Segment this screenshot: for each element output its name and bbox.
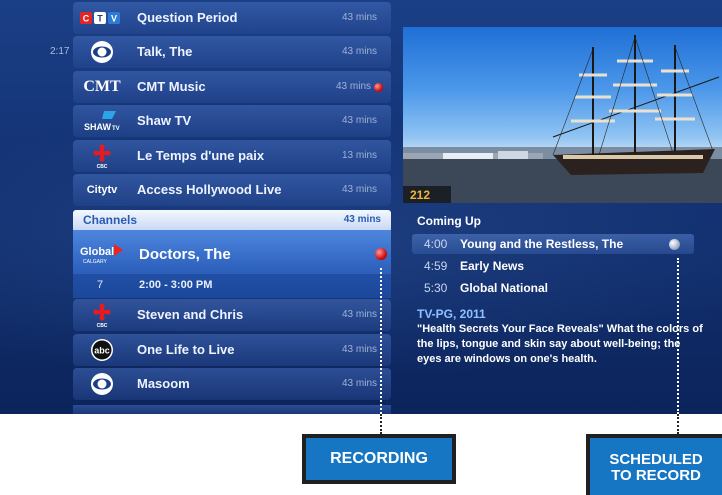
- guide-row[interactable]: Masoom 43 mins: [73, 368, 391, 400]
- recording-indicator-icon: [375, 248, 387, 260]
- tall-ship-image: [403, 35, 722, 203]
- abc-logo: abc: [79, 334, 125, 366]
- coming-up-item[interactable]: 4:59 Early News: [412, 256, 694, 276]
- coming-up-time: 4:00: [424, 237, 448, 251]
- scheduled-leader-line-lower: [677, 414, 679, 434]
- channels-duration: 43 mins: [343, 214, 381, 225]
- coming-up-time: 5:30: [424, 281, 448, 295]
- guide-row[interactable]: C T V Question Period 43 mins: [73, 2, 391, 34]
- current-time: 2:17: [50, 46, 70, 57]
- citytv-logo: Citytv: [86, 184, 118, 196]
- recording-indicator-icon: [374, 83, 383, 92]
- guide-row[interactable]: CBC Steven and Chris 43 mins: [73, 299, 391, 331]
- channels-label: Channels: [83, 213, 138, 227]
- svg-text:CBC: CBC: [97, 164, 108, 169]
- recording-callout-label: RECORDING: [330, 450, 428, 467]
- program-title: Steven and Chris: [137, 307, 244, 322]
- program-title: Masoom: [137, 376, 190, 391]
- program-title: Shaw TV: [137, 113, 192, 128]
- program-duration: 43 mins: [341, 344, 377, 355]
- live-preview[interactable]: [403, 27, 722, 203]
- svg-text:Global: Global: [80, 246, 114, 258]
- coming-up-heading: Coming Up: [417, 214, 481, 228]
- program-title: Talk, The: [137, 44, 193, 59]
- svg-text:C: C: [83, 14, 90, 24]
- global-calgary-logo: Global CALGARY: [79, 240, 125, 270]
- coming-up-title: Global National: [460, 281, 549, 295]
- svg-text:abc: abc: [94, 346, 110, 356]
- ctv-logo: C T V: [79, 2, 125, 34]
- program-duration: 43 mins: [335, 81, 371, 92]
- program-duration: 43 mins: [341, 115, 377, 126]
- svg-text:CBC: CBC: [97, 323, 108, 328]
- cbs-eye-icon: [79, 36, 125, 68]
- coming-up-title: Early News: [460, 259, 525, 273]
- selected-program-title: Doctors, The: [139, 246, 231, 263]
- program-title: CMT Music: [137, 79, 206, 94]
- program-title: One Life to Live: [137, 342, 235, 357]
- recording-leader-line: [380, 268, 382, 414]
- program-duration: 43 mins: [341, 309, 377, 320]
- guide-row[interactable]: CBC Le Temps d'une paix 13 mins: [73, 140, 391, 172]
- recording-leader-line-lower: [380, 414, 382, 434]
- program-title: Question Period: [137, 10, 238, 25]
- cbc-gem-icon: CBC: [79, 299, 125, 331]
- time-slot-bar: [73, 274, 391, 298]
- recording-callout: RECORDING: [302, 434, 456, 484]
- shaw-tv-logo: SHAW TV: [79, 105, 125, 137]
- scheduled-callout-line2: TO RECORD: [611, 466, 701, 484]
- guide-row[interactable]: CMT CMT Music 43 mins: [73, 71, 391, 103]
- selected-program[interactable]: Global CALGARY Doctors, The 7 2:00 - 3:0…: [73, 230, 391, 298]
- channels-header[interactable]: Channels 43 mins: [73, 210, 391, 230]
- scheduled-callout: SCHEDULED TO RECORD: [586, 434, 722, 495]
- channel-number: 7: [97, 279, 104, 291]
- scheduled-record-icon: [669, 239, 680, 250]
- svg-text:TV: TV: [112, 126, 120, 132]
- scheduled-callout-line1: SCHEDULED: [609, 450, 703, 468]
- svg-text:CALGARY: CALGARY: [83, 259, 107, 265]
- guide-row[interactable]: Citytv Access Hollywood Live 43 mins: [73, 174, 391, 206]
- cbc-gem-icon: CBC: [79, 140, 125, 172]
- program-title: Le Temps d'une paix: [137, 148, 265, 163]
- guide-row-partial: [73, 405, 391, 414]
- guide-row[interactable]: SHAW TV Shaw TV 43 mins: [73, 105, 391, 137]
- tv-guide-screen: C T V Question Period 43 mins 2:17 Talk,…: [0, 0, 722, 414]
- coming-up-item[interactable]: 5:30 Global National: [412, 278, 694, 298]
- cmt-logo: CMT: [83, 78, 121, 95]
- coming-up-title: Young and the Restless, The: [460, 237, 624, 251]
- svg-text:SHAW: SHAW: [84, 122, 112, 132]
- coming-up-time: 4:59: [424, 259, 448, 273]
- program-duration: 43 mins: [341, 184, 377, 195]
- cbs-eye-icon: [79, 368, 125, 400]
- program-duration: 43 mins: [341, 378, 377, 389]
- guide-row[interactable]: Talk, The 43 mins: [73, 36, 391, 68]
- program-title: Access Hollywood Live: [137, 182, 282, 197]
- program-duration: 43 mins: [341, 46, 377, 57]
- program-rating: TV-PG, 2011: [417, 307, 486, 321]
- program-description: "Health Secrets Your Face Reveals" What …: [417, 323, 703, 365]
- guide-row[interactable]: abc One Life to Live 43 mins: [73, 334, 391, 366]
- program-duration: 43 mins: [341, 12, 377, 23]
- coming-up-item[interactable]: 4:00 Young and the Restless, The: [412, 234, 694, 254]
- svg-text:T: T: [97, 14, 103, 24]
- svg-text:V: V: [111, 14, 117, 24]
- preview-channel-number: 212: [403, 186, 451, 203]
- program-duration: 13 mins: [341, 150, 377, 161]
- scheduled-leader-line: [677, 258, 679, 414]
- time-slot: 2:00 - 3:00 PM: [139, 279, 213, 291]
